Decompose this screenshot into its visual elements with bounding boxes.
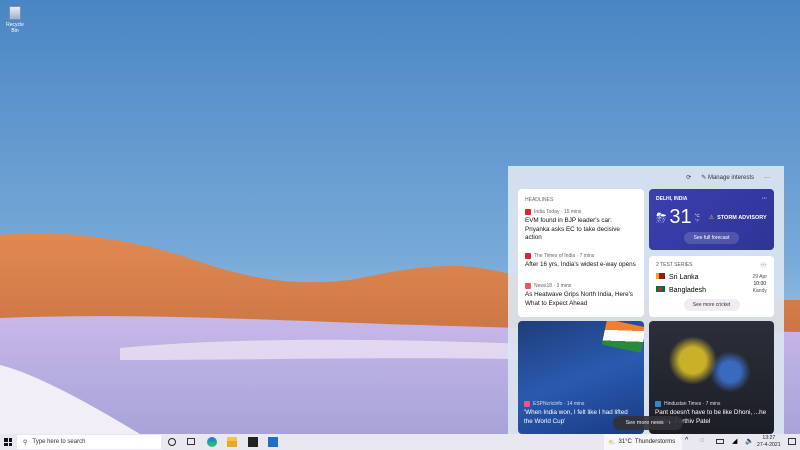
- clock-time: 13:27: [762, 435, 776, 441]
- search-placeholder: Type here to search: [32, 439, 86, 445]
- volume-icon[interactable]: 🔈: [745, 437, 754, 445]
- network-icon[interactable]: ◢: [732, 437, 737, 445]
- cricket-card: 2 TEST SERIES ··· Sri Lanka Bangladesh 29…: [649, 256, 774, 317]
- recycle-bin-label: Recycle Bin: [6, 22, 24, 34]
- taskbar-weather-condition: Thunderstorms: [634, 439, 676, 445]
- team-bangladesh[interactable]: Bangladesh: [656, 284, 706, 297]
- headline-source: India Today · 15 mins: [534, 209, 582, 215]
- team-name: Sri Lanka: [669, 274, 699, 281]
- refresh-icon[interactable]: ⟳: [686, 174, 691, 181]
- flag-bangladesh-icon: [656, 286, 665, 292]
- story-source: ESPNcricinfo · 14 mins: [533, 401, 585, 407]
- headline-title: As Heatwave Grips North India, Here's Wh…: [525, 291, 633, 307]
- manage-interests-button[interactable]: ✎ Manage interests: [701, 174, 754, 181]
- search-icon: ⚲: [23, 439, 28, 446]
- weather-taskbar-button[interactable]: ⛅ 31°C Thunderstorms: [604, 434, 682, 450]
- flag-sri-lanka-icon: [656, 273, 665, 279]
- more-options-button[interactable]: ···: [764, 175, 770, 181]
- recycle-bin-icon: [9, 6, 21, 20]
- taskbar: ⚲ Type here to search ⛅ 31°C Thunderstorms …: [0, 434, 800, 450]
- cricket-more-button[interactable]: ···: [760, 262, 767, 268]
- match-date: 29 Apr: [752, 274, 767, 280]
- weather-temperature: 31: [669, 206, 692, 228]
- headlines-card: HEADLINES India Today · 15 mins EVM foun…: [518, 189, 644, 317]
- battery-icon[interactable]: [716, 439, 724, 444]
- mail-icon[interactable]: [268, 437, 278, 447]
- story-source: Hindustan Times · 7 mins: [664, 401, 721, 407]
- headline-source: News18 · 3 mins: [534, 283, 572, 289]
- weather-icon: ⛅: [608, 439, 616, 446]
- cortana-icon[interactable]: [168, 438, 176, 446]
- match-venue: Kandy: [752, 288, 767, 294]
- see-more-news-button[interactable]: See more news ›: [613, 416, 683, 430]
- thunderstorm-icon: ⛈: [656, 209, 667, 225]
- file-explorer-icon[interactable]: [227, 437, 237, 447]
- meet-now-icon[interactable]: ◌: [700, 437, 704, 444]
- taskbar-temperature: 31°C: [618, 439, 632, 445]
- weather-more-button[interactable]: ···: [762, 196, 767, 202]
- team-sri-lanka[interactable]: Sri Lanka: [656, 271, 706, 284]
- unit-fahrenheit[interactable]: °F: [695, 218, 700, 223]
- headline-item[interactable]: The Times of India · 7 mins After 16 yrs…: [525, 252, 637, 270]
- source-logo-icon: [655, 401, 661, 407]
- headline-title: After 16 yrs, India's widest e-way opens: [525, 260, 636, 268]
- task-view-icon[interactable]: [187, 438, 195, 445]
- edge-icon[interactable]: [207, 437, 217, 447]
- action-center-icon[interactable]: [788, 438, 796, 445]
- source-logo-icon: [525, 283, 531, 289]
- manage-interests-label: Manage interests: [707, 175, 754, 181]
- match-time: 10:00: [753, 281, 767, 287]
- headline-item[interactable]: India Today · 15 mins EVM found in BJP l…: [525, 209, 637, 243]
- see-full-forecast-button[interactable]: See full forecast: [684, 232, 739, 244]
- weather-card[interactable]: DELHI, INDIA ··· ⛈ 31 °C °F ⚠ STORM ADVISO…: [649, 189, 774, 250]
- headline-source: The Times of India · 7 mins: [534, 252, 595, 259]
- search-box[interactable]: ⚲ Type here to search: [17, 435, 161, 449]
- store-icon[interactable]: [248, 437, 258, 447]
- headline-item[interactable]: News18 · 3 mins As Heatwave Grips North …: [525, 283, 637, 308]
- storm-advisory: STORM ADVISORY: [717, 214, 767, 221]
- recycle-bin[interactable]: Recycle Bin: [2, 6, 28, 34]
- clock[interactable]: 13:27 27-4-2021: [757, 435, 781, 449]
- news-and-interests-panel: ⟳ ✎ Manage interests ··· HEADLINES India…: [508, 166, 784, 434]
- clock-date: 27-4-2021: [757, 442, 781, 448]
- headlines-title: HEADLINES: [525, 197, 554, 203]
- source-logo-icon: [525, 209, 531, 215]
- see-more-cricket-button[interactable]: See more cricket: [683, 299, 740, 311]
- weather-location: DELHI, INDIA: [656, 196, 688, 202]
- cricket-series-title: 2 TEST SERIES: [656, 262, 693, 268]
- headline-title: EVM found in BJP leader's car: Priyanka …: [525, 217, 620, 241]
- team-name: Bangladesh: [669, 287, 706, 294]
- source-logo-icon: [525, 252, 531, 259]
- see-more-news-label: See more news: [625, 420, 664, 426]
- start-button[interactable]: [4, 438, 12, 446]
- chevron-right-icon: ›: [668, 420, 671, 426]
- source-logo-icon: [524, 401, 530, 407]
- warning-icon: ⚠: [708, 215, 715, 221]
- show-hidden-icons-chevron-icon[interactable]: ^: [685, 437, 688, 444]
